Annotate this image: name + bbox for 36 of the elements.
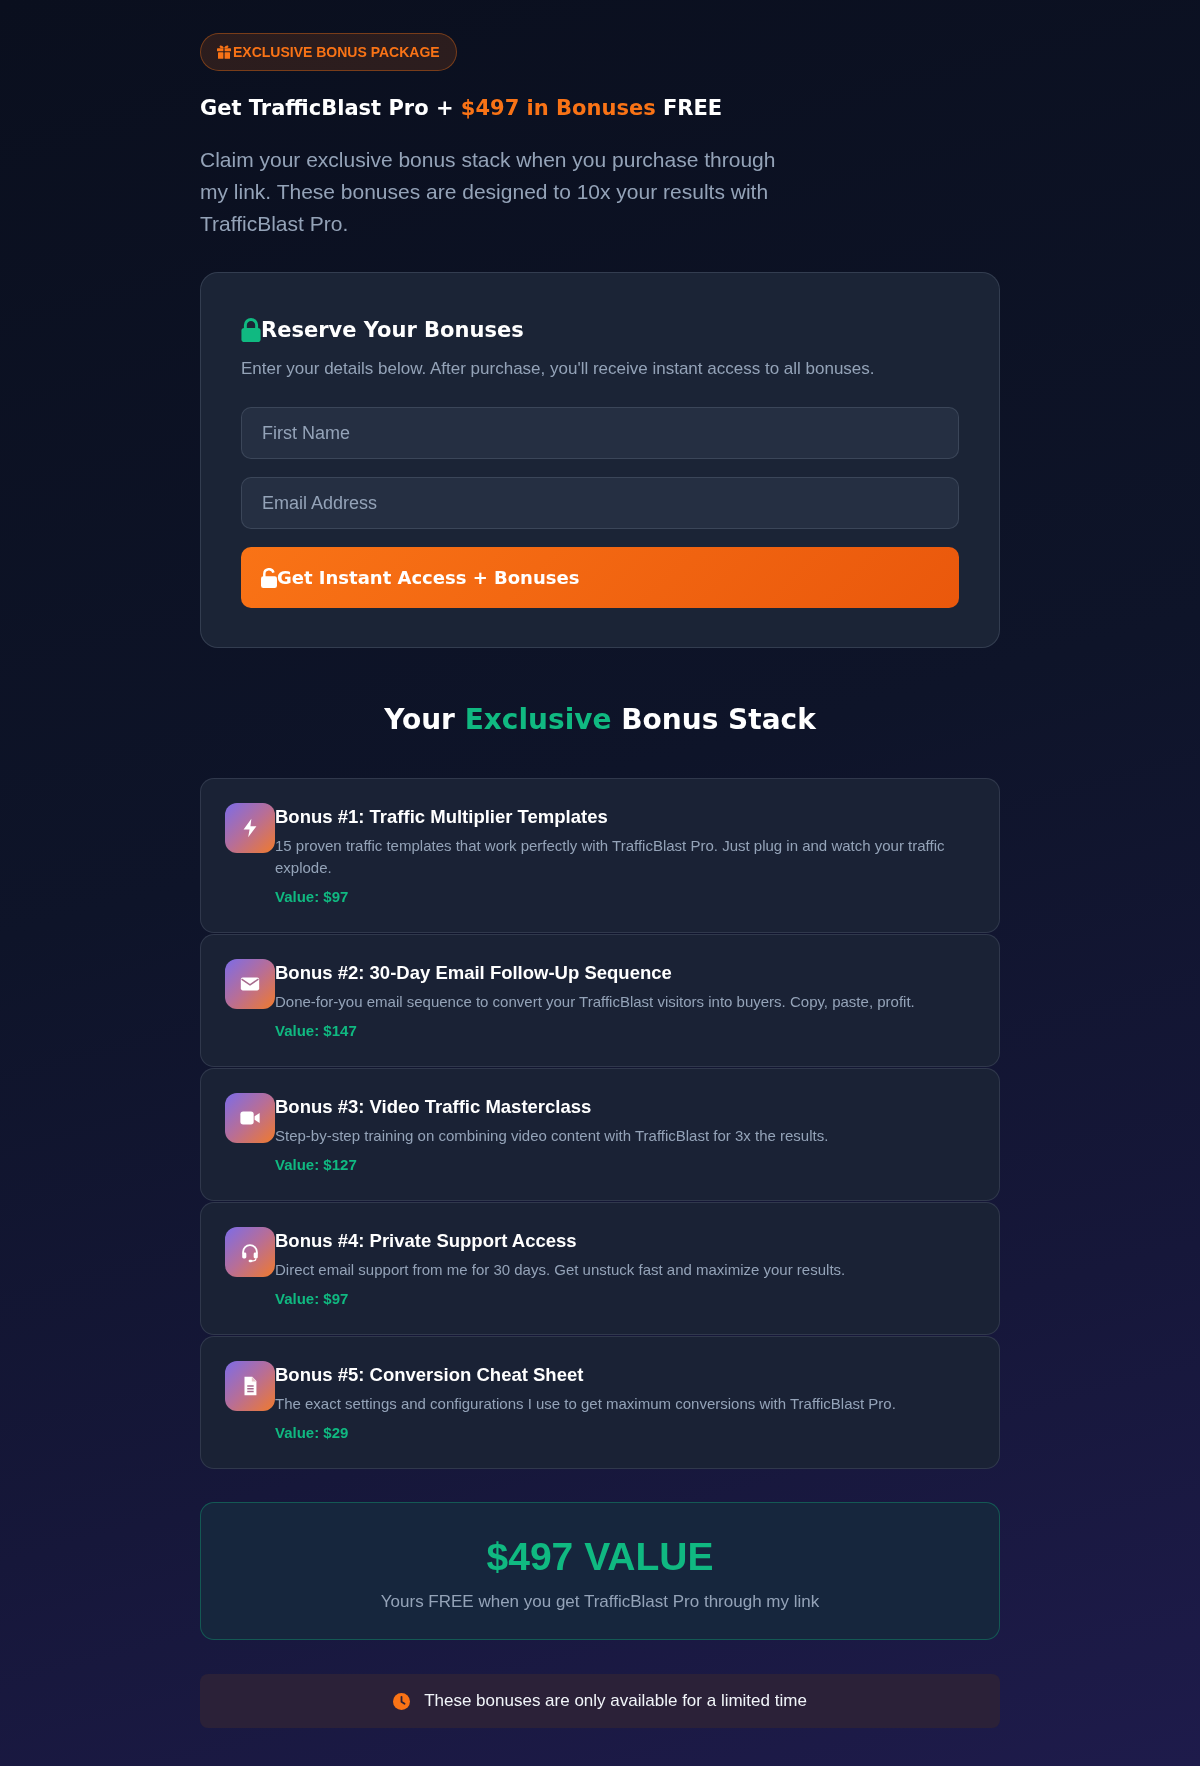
value-caption: Yours FREE when you get TrafficBlast Pro through my link [379,1591,821,1613]
bonus-title: Bonus #3: Video Traffic Masterclass [275,1095,593,1119]
input-field[interactable]: Email Address [241,477,959,529]
bonus-description: Direct email support from me for 30 days. Get unstuck fast and maximize your results. [275,1260,847,1280]
lock-icon [241,318,261,342]
section-heading: Your Exclusive Bonus Stack [383,702,817,738]
bonus-value: Value: $127 [275,1155,358,1175]
headset-icon [225,1227,275,1277]
lightning-icon [225,803,275,853]
form-title: Reserve Your Bonuses [261,318,524,342]
document-icon [225,1361,275,1411]
get-access-button[interactable]: Get Instant Access + Bonuses [241,547,959,608]
bonus-title: Bonus #5: Conversion Cheat Sheet [275,1363,585,1387]
bonus-description: Step-by-step training on combining video content with TrafficBlast for 3x the results. [275,1126,830,1146]
bonus-title: Bonus #2: 30-Day Email Follow-Up Sequence [275,961,673,985]
unlock-icon [261,567,277,588]
package-label: EXCLUSIVE BONUS PACKAGE [233,44,440,60]
clock-icon [393,1692,411,1710]
bonus-title: Bonus #1: Traffic Multiplier Templates [275,805,609,829]
form-description: Enter your details below. After purchase, you'll receive instant access to all bonuses. [241,358,876,380]
bonus-title: Bonus #4: Private Support Access [275,1229,578,1253]
bonus-value: Value: $147 [275,1021,358,1041]
notice-text: These bonuses are only available for a limited time [424,1691,807,1711]
bonus-description: The exact settings and configurations I use to get maximum conversions with TrafficBlast Pro. [275,1394,897,1414]
page-headline: Get TrafficBlast Pro + $497 in Bonuses FREE [200,95,724,122]
input-field[interactable]: First Name [241,407,959,459]
bonus-value: Value: $97 [275,887,350,907]
bonus-value: Value: $97 [275,1289,350,1309]
intro-text: Claim your exclusive bonus stack when you purchase through my link. These bonuses are designed to 10x your results with TrafficBlast Pro. [200,147,777,237]
bonus-description: 15 proven traffic templates that work perfectly with TrafficBlast Pro. Just plug in and watch your traffic explode. [275,836,946,878]
total-value: $497 VALUE [485,1534,715,1580]
bonus-description: Done-for-you email sequence to convert your TrafficBlast visitors into buyers. Copy, paste, profit. [275,992,916,1012]
bonus-value: Value: $29 [275,1423,350,1443]
gift-icon [217,45,231,59]
video-camera-icon [225,1093,275,1143]
envelope-icon [225,959,275,1009]
